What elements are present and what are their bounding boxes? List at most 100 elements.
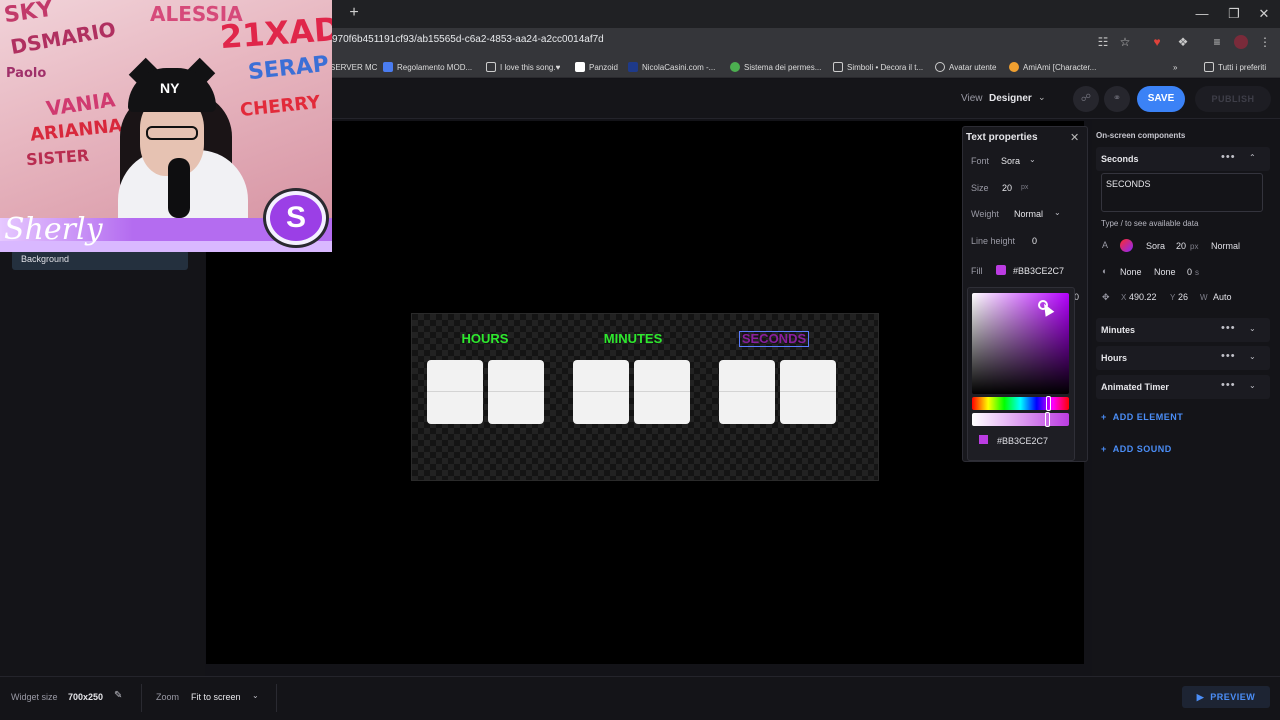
fill-hex-input[interactable]: #BB3CE2C7 — [1013, 266, 1064, 276]
url-field[interactable]: 970f6b451191cf93/ab15565d-c6a2-4853-aa24… — [332, 34, 604, 45]
view-label: View — [961, 93, 983, 104]
line-height-input[interactable]: 0 — [1032, 236, 1037, 246]
bookmark-item[interactable]: Simboli • Decora il t... — [833, 60, 923, 74]
bookmark-item[interactable]: NicolaCasini.com -... — [628, 60, 715, 74]
streamer-name: Sherly — [4, 212, 103, 247]
share-button[interactable]: ☍ — [1073, 86, 1099, 112]
font-label: Font — [971, 156, 990, 166]
size-input[interactable]: 20 — [1002, 183, 1012, 193]
site-icon — [628, 62, 638, 72]
chevron-down-icon[interactable]: ⌄ — [1054, 208, 1061, 217]
bookmark-star-icon[interactable]: ☆ — [1118, 35, 1132, 49]
x-input[interactable]: 490.22 — [1129, 292, 1157, 302]
seconds-digit-card — [719, 360, 775, 424]
layer-item-label: Background — [21, 254, 70, 264]
text-style-icon: A — [1102, 240, 1109, 250]
alpha-slider[interactable] — [972, 413, 1069, 426]
w-input[interactable]: Auto — [1213, 292, 1232, 302]
minutes-label[interactable]: MINUTES — [598, 331, 668, 346]
browser-menu-icon[interactable]: ⋮ — [1258, 35, 1272, 49]
close-window-icon[interactable]: ✕ — [1256, 6, 1272, 22]
fill-color-swatch[interactable] — [996, 265, 1006, 275]
weight-value[interactable]: Normal — [1211, 241, 1240, 251]
close-icon[interactable]: ✕ — [1070, 131, 1079, 144]
text-content-value: SECONDS — [1106, 179, 1151, 189]
bookmark-item[interactable]: SERVER MC — [330, 60, 377, 74]
add-sound-button[interactable]: + ADD SOUND — [1101, 444, 1172, 454]
graffiti-text: Paolo — [6, 66, 47, 81]
seconds-label-selected[interactable]: SECONDS — [739, 331, 809, 347]
folder-icon — [486, 62, 496, 72]
animation-in-value[interactable]: None — [1120, 267, 1142, 277]
alpha-slider-handle[interactable] — [1045, 412, 1050, 427]
y-label: Y — [1170, 293, 1176, 302]
hours-digit-card — [427, 360, 483, 424]
chevron-down-icon[interactable]: ⌄ — [1249, 381, 1256, 390]
zoom-label: Zoom — [156, 692, 180, 702]
reading-list-icon[interactable]: ≡ — [1210, 35, 1224, 49]
bookmark-item[interactable]: Avatar utente — [935, 60, 996, 74]
size-unit: px — [1190, 242, 1199, 251]
more-bookmarks-button[interactable]: » — [1173, 60, 1177, 74]
more-options-icon[interactable]: ••• — [1221, 151, 1236, 163]
bookmark-item[interactable]: Sistema dei permes... — [730, 60, 821, 74]
chevron-down-icon[interactable]: ⌄ — [1029, 155, 1036, 164]
hue-slider[interactable] — [972, 397, 1069, 410]
hint-text: Type / to see available data — [1101, 219, 1199, 228]
minimize-icon[interactable]: — — [1194, 6, 1210, 22]
hat-logo: NY — [160, 80, 180, 96]
zoom-select[interactable]: Fit to screen — [191, 692, 241, 702]
text-color-swatch[interactable] — [1120, 239, 1133, 252]
link-icon: ⚭ — [1112, 93, 1122, 104]
webcam-overlay: SKY ALESSIA 21XAD DSMARIO VANIA SERAP CH… — [0, 0, 332, 252]
publish-button[interactable]: PUBLISH — [1195, 86, 1271, 112]
extension-icon[interactable]: ♥ — [1150, 35, 1164, 49]
y-input[interactable]: 26 — [1178, 292, 1188, 302]
save-button[interactable]: SAVE — [1137, 86, 1185, 112]
hours-label[interactable]: HOURS — [456, 331, 514, 346]
size-label: Size — [971, 183, 989, 193]
pencil-icon[interactable]: ✎ — [114, 690, 122, 701]
view-mode-select[interactable]: Designer — [989, 93, 1032, 104]
divider — [276, 684, 277, 712]
link-button[interactable]: ⚭ — [1104, 86, 1130, 112]
bookmark-item[interactable]: Panzoid — [575, 60, 618, 74]
profile-avatar[interactable] — [1234, 35, 1248, 49]
weight-select[interactable]: Normal — [1014, 209, 1043, 219]
animation-out-value[interactable]: None — [1154, 267, 1176, 277]
font-select[interactable]: Sora — [1001, 156, 1020, 166]
extensions-puzzle-icon[interactable]: ❖ — [1176, 35, 1190, 49]
bookmark-item[interactable]: Regolamento MOD... — [383, 60, 472, 74]
graffiti-text: VANIA — [44, 87, 117, 121]
chevron-down-icon[interactable]: ⌄ — [1038, 92, 1046, 103]
restore-icon[interactable]: ❐ — [1226, 6, 1242, 22]
size-value[interactable]: 20 — [1176, 241, 1186, 251]
font-value[interactable]: Sora — [1146, 241, 1165, 251]
hue-slider-handle[interactable] — [1046, 396, 1051, 411]
chevron-down-icon[interactable]: ⌄ — [1249, 324, 1256, 333]
graffiti-text: CHERRY — [239, 91, 322, 122]
minutes-digit-card — [634, 360, 690, 424]
chevron-up-icon[interactable]: ⌃ — [1249, 153, 1256, 162]
chevron-down-icon[interactable]: ⌄ — [1249, 352, 1256, 361]
bookmark-item[interactable]: I love this song.♥ — [486, 60, 560, 74]
duration-value[interactable]: 0 — [1187, 267, 1192, 277]
bookmark-item[interactable]: AmiAmi [Character... — [1009, 60, 1096, 74]
chevron-down-icon[interactable]: ⌄ — [252, 691, 259, 700]
translate-icon[interactable]: ☷ — [1096, 35, 1110, 49]
add-sound-label: ADD SOUND — [1112, 444, 1172, 454]
component-name: Seconds — [1101, 154, 1139, 164]
duration-unit: s — [1195, 268, 1199, 277]
all-bookmarks-folder[interactable]: Tutti i preferiti — [1204, 60, 1266, 74]
graffiti-text: SERAP — [246, 51, 331, 86]
add-element-button[interactable]: + ADD ELEMENT — [1101, 412, 1183, 422]
graffiti-text: SISTER — [25, 145, 90, 170]
more-options-icon[interactable]: ••• — [1221, 379, 1236, 391]
preview-button[interactable]: ▶ PREVIEW — [1182, 686, 1270, 708]
more-options-icon[interactable]: ••• — [1221, 350, 1236, 362]
more-options-icon[interactable]: ••• — [1221, 322, 1236, 334]
picker-hex-input[interactable]: #BB3CE2C7 — [997, 436, 1048, 446]
saturation-value-area[interactable] — [972, 293, 1069, 394]
component-name: Animated Timer — [1101, 382, 1169, 392]
new-tab-button[interactable]: + — [346, 5, 362, 21]
